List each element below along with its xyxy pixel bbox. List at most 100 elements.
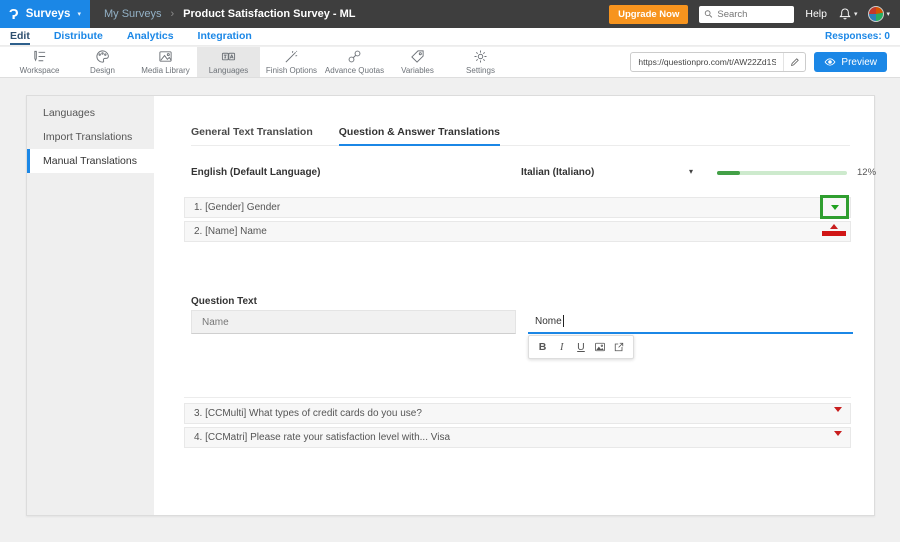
edit-url-button[interactable]	[783, 53, 805, 71]
survey-url-group	[630, 52, 807, 72]
source-language-label: English (Default Language)	[191, 167, 321, 178]
translation-progress-fill	[717, 171, 741, 175]
toolbar-advance-quotas[interactable]: Advance Quotas	[323, 47, 386, 77]
toolbar-label: Advance Quotas	[324, 66, 385, 75]
image-icon	[595, 342, 606, 352]
italic-button[interactable]: I	[554, 338, 570, 356]
question-label: 2. [Name] Name	[194, 226, 267, 237]
translation-progress-bar	[717, 171, 847, 175]
target-language-select[interactable]: Italian (Italiano)	[521, 167, 594, 178]
gear-icon	[474, 50, 487, 63]
sidebar-item-label: Import Translations	[43, 131, 133, 143]
translation-text-value: Nome	[535, 315, 562, 327]
toolbar-label: Variables	[401, 66, 434, 75]
question-editor: Question Text Name Nome B I U	[184, 242, 853, 398]
account-menu[interactable]: ▾	[868, 6, 890, 22]
tag-icon	[411, 50, 424, 63]
translation-text-field[interactable]: Nome	[528, 310, 853, 334]
toolbar-label: Languages	[208, 66, 249, 75]
notifications-menu[interactable]: ▾	[838, 7, 858, 21]
source-text-value: Name	[202, 316, 229, 328]
toolbar-variables[interactable]: Variables	[386, 47, 449, 77]
sidebar-item-import-translations[interactable]: Import Translations	[27, 125, 154, 149]
nav-analytics[interactable]: Analytics	[127, 28, 174, 45]
eye-icon	[825, 58, 836, 66]
nav-distribute[interactable]: Distribute	[54, 28, 103, 45]
collapse-caret-icon	[830, 224, 838, 229]
question-row-gender[interactable]: 1. [Gender] Gender	[184, 195, 851, 219]
toolbar-label: Design	[90, 66, 115, 75]
toolbar-label: Finish Options	[265, 66, 318, 75]
sidebar-item-manual-translations[interactable]: Manual Translations	[27, 149, 154, 173]
preview-label: Preview	[841, 56, 877, 68]
toolbar-design[interactable]: Design	[71, 47, 134, 77]
tab-general-text-translation[interactable]: General Text Translation	[191, 126, 313, 146]
toolbar-workspace[interactable]: Workspace	[8, 47, 71, 77]
toolbar-media-library[interactable]: Media Library	[134, 47, 197, 77]
workspace-icon	[34, 50, 46, 62]
translations-sidebar: Languages Import Translations Manual Tra…	[27, 96, 154, 515]
sidebar-item-label: Languages	[43, 107, 95, 119]
top-header: Ɂ Surveys ▾ My Surveys › Product Satisfa…	[0, 0, 900, 28]
insert-image-button[interactable]	[592, 338, 608, 356]
global-search[interactable]	[699, 5, 795, 23]
chevron-down-icon: ▾	[853, 10, 858, 18]
question-label: 1. [Gender] Gender	[194, 202, 281, 213]
product-menu[interactable]: Ɂ Surveys ▾	[0, 0, 90, 28]
sidebar-item-label: Manual Translations	[43, 155, 137, 167]
help-link[interactable]: Help	[805, 8, 827, 20]
translation-progress-percent: 12%	[857, 167, 877, 178]
translations-panel: Languages Import Translations Manual Tra…	[26, 95, 876, 516]
search-icon	[705, 10, 713, 18]
questionpro-logo-icon: Ɂ	[9, 5, 19, 23]
product-menu-label: Surveys	[25, 8, 71, 20]
question-label: 3. [CCMulti] What types of credit cards …	[194, 408, 422, 419]
upgrade-now-button[interactable]: Upgrade Now	[609, 4, 689, 24]
sidebar-item-languages[interactable]: Languages	[27, 101, 154, 125]
source-text-field: Name	[191, 310, 516, 334]
question-row-ccmulti[interactable]: 3. [CCMulti] What types of credit cards …	[184, 403, 851, 424]
nav-edit[interactable]: Edit	[10, 28, 30, 45]
translations-main: General Text Translation Question & Answ…	[154, 96, 876, 515]
survey-url-input[interactable]	[631, 57, 784, 67]
chevron-down-icon: ▾	[886, 10, 890, 18]
wand-icon	[285, 50, 298, 63]
search-input[interactable]	[717, 8, 790, 20]
toolbar-label: Workspace	[19, 66, 60, 75]
collapse-control[interactable]	[822, 224, 846, 236]
avatar	[868, 6, 885, 22]
bell-icon	[839, 8, 851, 20]
question-text-label: Question Text	[191, 296, 257, 307]
chevron-down-icon[interactable]: ▾	[689, 167, 693, 176]
format-toolbar: B I U	[528, 335, 634, 359]
red-highlight-bar	[822, 231, 846, 236]
toolbar-finish-options[interactable]: Finish Options	[260, 47, 323, 77]
insert-link-button[interactable]	[611, 338, 627, 356]
breadcrumb-my-surveys[interactable]: My Surveys	[104, 8, 161, 20]
expand-caret-icon[interactable]	[830, 204, 839, 210]
nav-integration[interactable]: Integration	[198, 28, 252, 45]
expand-caret-icon[interactable]	[834, 431, 842, 447]
survey-title: Product Satisfaction Survey - ML	[183, 8, 356, 20]
toolbar-settings[interactable]: Settings	[449, 47, 512, 77]
breadcrumb: My Surveys › Product Satisfaction Survey…	[104, 8, 356, 20]
toolbar-label: Settings	[466, 66, 495, 75]
question-row-name[interactable]: 2. [Name] Name	[184, 221, 851, 242]
question-row-ccmatri[interactable]: 4. [CCMatri] Please rate your satisfacti…	[184, 427, 851, 448]
underline-button[interactable]: U	[573, 338, 589, 356]
edit-toolbar: Workspace Design Media Library Languages…	[0, 47, 900, 78]
preview-button[interactable]: Preview	[814, 52, 887, 72]
main-nav: Edit Distribute Analytics Integration Re…	[0, 28, 900, 46]
responses-count[interactable]: Responses: 0	[825, 28, 890, 45]
tab-question-answer-translations[interactable]: Question & Answer Translations	[338, 126, 500, 146]
chevron-down-icon: ▾	[77, 10, 81, 18]
highlight-box	[820, 195, 849, 219]
breadcrumb-separator-icon: ›	[170, 8, 175, 20]
text-cursor	[562, 315, 564, 327]
translation-tabs: General Text Translation Question & Answ…	[191, 126, 850, 146]
expand-caret-icon[interactable]	[834, 407, 842, 423]
language-row: English (Default Language) Italian (Ital…	[191, 164, 876, 182]
bold-button[interactable]: B	[535, 338, 551, 356]
toolbar-languages[interactable]: Languages	[197, 47, 260, 77]
external-link-icon	[615, 342, 624, 352]
